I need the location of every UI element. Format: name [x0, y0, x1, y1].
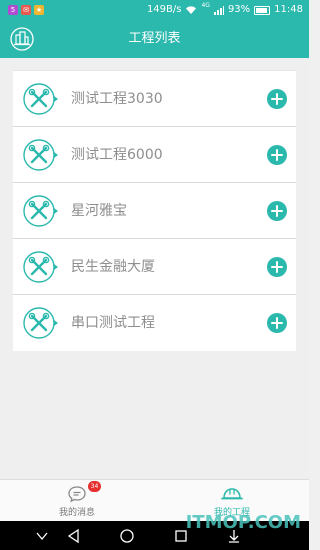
project-name: 串口测试工程: [71, 315, 155, 331]
list-item[interactable]: 测试工程6000: [13, 127, 296, 183]
list-item[interactable]: 民生金融大厦: [13, 239, 296, 295]
add-icon[interactable]: [267, 201, 287, 221]
watermark: ITMOP.COM: [185, 512, 301, 533]
network-speed: 149B/s: [146, 4, 182, 15]
home-icon[interactable]: [119, 528, 135, 544]
list-item[interactable]: 星河雅宝: [13, 183, 296, 239]
wifi-icon: [186, 5, 197, 14]
tools-icon: [23, 195, 58, 227]
status-bar: 5 ✉ ★ 149B/s 4G 93% 11:48: [0, 0, 309, 20]
project-name: 民生金融大厦: [71, 259, 155, 275]
status-bar-notifications: 5 ✉ ★: [8, 5, 44, 15]
clock: 11:48: [274, 4, 303, 15]
add-icon[interactable]: [267, 257, 287, 277]
hide-keyboard-icon[interactable]: [34, 528, 50, 544]
unread-badge: 34: [88, 481, 101, 492]
network-type: 4G: [201, 2, 210, 9]
battery-percent: 93%: [227, 4, 251, 15]
back-icon[interactable]: [66, 528, 82, 544]
list-item[interactable]: 串口测试工程: [13, 295, 296, 351]
project-list: 测试工程3030 测试工程6000 星河雅宝 民生金融大厦 串口测试工程: [13, 70, 296, 351]
app-header: 工程列表: [0, 20, 309, 58]
hard-hat-icon: [221, 488, 243, 500]
project-name: 星河雅宝: [71, 203, 127, 219]
project-name: 测试工程3030: [71, 91, 163, 107]
tools-icon: [23, 307, 58, 339]
screen: 5 ✉ ★ 149B/s 4G 93% 11:48 工程列表 测试工程3030 …: [0, 0, 309, 550]
add-icon[interactable]: [267, 89, 287, 109]
tab-label: 我的消息: [58, 508, 95, 518]
project-name: 测试工程6000: [71, 147, 163, 163]
list-item[interactable]: 测试工程3030: [13, 71, 296, 127]
tools-icon: [23, 139, 58, 171]
status-bar-indicators: 149B/s 4G 93% 11:48: [147, 0, 303, 20]
page-title: 工程列表: [128, 31, 181, 46]
tools-icon: [23, 251, 58, 283]
notification-app-icon: ★: [34, 5, 44, 15]
notification-app-icon: ✉: [21, 5, 31, 15]
tools-icon: [23, 83, 58, 115]
add-icon[interactable]: [267, 145, 287, 165]
tab-messages[interactable]: 34 我的消息: [0, 480, 154, 522]
signal-icon: [213, 5, 224, 15]
add-icon[interactable]: [267, 313, 287, 333]
battery-icon: [254, 5, 271, 15]
chat-bubble-icon: [68, 486, 86, 503]
notification-app-icon: 5: [8, 5, 18, 15]
